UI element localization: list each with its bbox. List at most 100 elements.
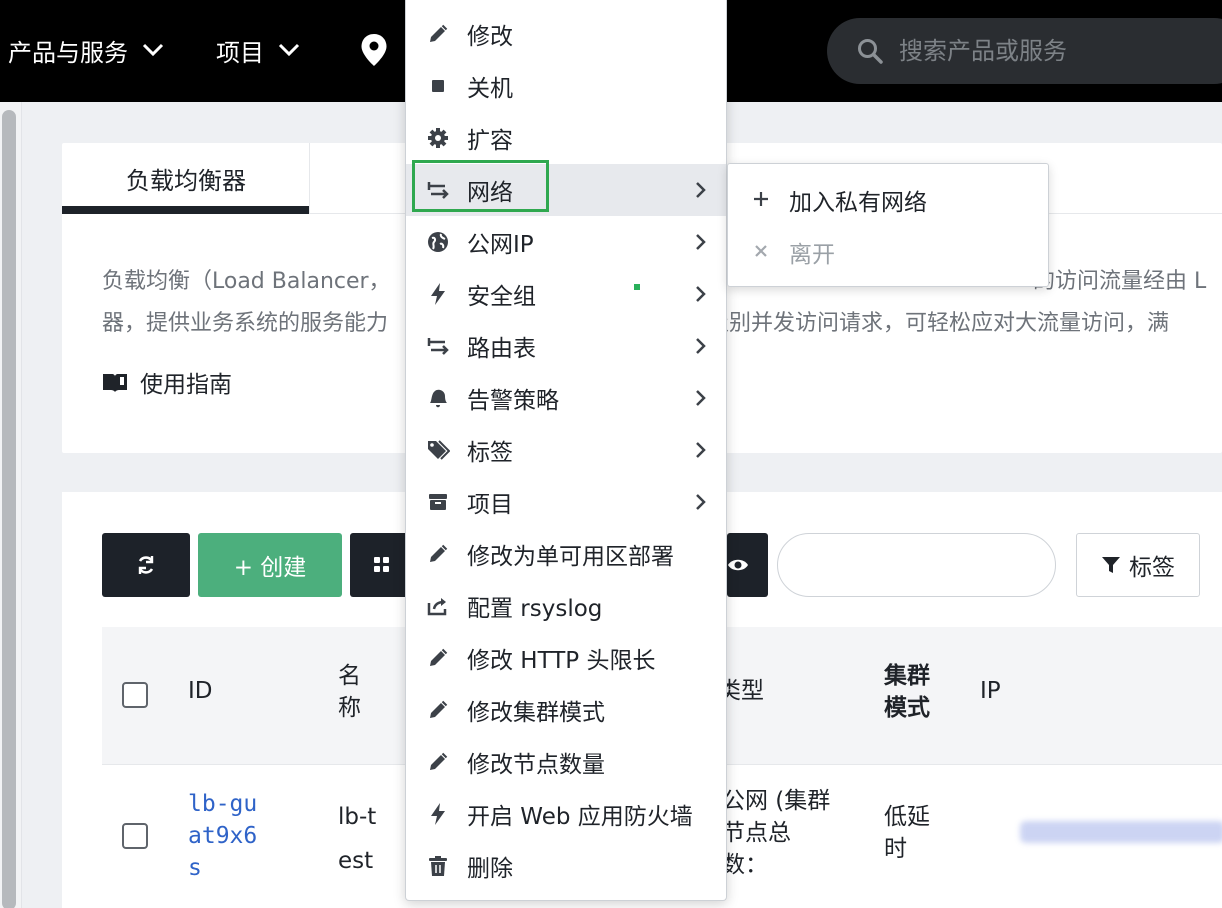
- chevron-right-icon: [696, 338, 706, 354]
- row-checkbox[interactable]: [122, 823, 148, 849]
- menu-item-label: 修改节点数量: [467, 752, 605, 778]
- menu-item-label: 开启 Web 应用防火墙: [467, 804, 693, 830]
- book-icon: [103, 374, 127, 392]
- submenu-item-label: 离开: [789, 242, 835, 268]
- pencil-icon: [430, 24, 448, 42]
- refresh-button[interactable]: [102, 533, 190, 597]
- menu-item-scale[interactable]: 扩容: [406, 112, 726, 164]
- menu-item-label: 修改为单可用区部署: [467, 544, 674, 570]
- menu-item-label: 标签: [467, 440, 513, 466]
- menu-item-shutdown[interactable]: 关机: [406, 60, 726, 112]
- user-guide-label: 使用指南: [140, 372, 232, 398]
- tab-load-balancer[interactable]: 负载均衡器: [62, 143, 310, 214]
- description-line2: 器，提供业务系统的服务能力: [102, 311, 389, 336]
- menu-item-label: 路由表: [467, 336, 536, 362]
- search-input[interactable]: [899, 37, 1199, 65]
- chevron-right-icon: [696, 286, 706, 302]
- row-ip-redacted: [1020, 821, 1222, 843]
- swap-icon: [427, 182, 449, 199]
- user-guide-link[interactable]: 使用指南: [102, 365, 232, 399]
- menu-item-label: 网络: [467, 180, 513, 206]
- menu-item-tags[interactable]: 标签: [406, 424, 726, 476]
- menu-item-delete[interactable]: 删除: [406, 840, 726, 892]
- chevron-right-icon: [696, 182, 706, 198]
- network-submenu: 加入私有网络 离开: [727, 163, 1049, 287]
- menu-item-label: 公网IP: [467, 232, 534, 258]
- header-ip[interactable]: IP: [980, 675, 1001, 707]
- bolt-icon: [431, 283, 445, 305]
- menu-item-cluster-mode[interactable]: 修改集群模式: [406, 684, 726, 736]
- cursor-marker: [634, 284, 640, 290]
- menu-item-network[interactable]: 网络: [406, 164, 726, 216]
- menu-item-label: 安全组: [467, 284, 536, 310]
- row-cluster-mode: 低延时: [884, 804, 930, 862]
- context-menu: 修改 关机 扩容 网络 公网IP 安全组 路由表 告警策略 标签 项目 修改为单…: [405, 0, 727, 901]
- grid-icon: [374, 557, 389, 572]
- description-line1-tail: 的访问流量经由 L: [1033, 269, 1207, 294]
- tag-filter-label: 标签: [1129, 555, 1175, 581]
- nav-project-label: 项目: [216, 38, 264, 67]
- menu-item-security-group[interactable]: 安全组: [406, 268, 726, 320]
- menu-item-public-ip[interactable]: 公网IP: [406, 216, 726, 268]
- view-toggle-button[interactable]: [727, 533, 768, 597]
- filter-icon: [1102, 557, 1120, 573]
- filter-search-input[interactable]: [777, 533, 1056, 597]
- search-icon: [858, 39, 883, 64]
- tag-icon: [428, 440, 450, 460]
- search-bar[interactable]: [827, 18, 1222, 84]
- nav-project[interactable]: 项目: [216, 30, 300, 70]
- chevron-right-icon: [696, 234, 706, 250]
- nav-products-services[interactable]: 产品与服务: [8, 30, 164, 70]
- page-scrollbar[interactable]: [0, 102, 22, 908]
- menu-item-rsyslog[interactable]: 配置 rsyslog: [406, 580, 726, 632]
- row-name: lb-test: [338, 804, 377, 874]
- stop-icon: [432, 80, 444, 92]
- row-id-link[interactable]: lb-guat9x6s: [188, 788, 268, 884]
- trash-icon: [429, 856, 447, 876]
- header-id[interactable]: ID: [188, 675, 213, 707]
- menu-item-label: 配置 rsyslog: [467, 596, 603, 622]
- header-name[interactable]: 名称: [338, 660, 364, 724]
- swap-icon: [427, 338, 449, 355]
- chevron-right-icon: [696, 442, 706, 458]
- menu-item-label: 扩容: [467, 128, 513, 154]
- pencil-icon: [430, 648, 448, 666]
- select-all-checkbox[interactable]: [122, 682, 148, 708]
- location-pin-icon[interactable]: [360, 33, 388, 67]
- menu-item-waf[interactable]: 开启 Web 应用防火墙: [406, 788, 726, 840]
- header-cluster-mode[interactable]: 集群模式: [884, 660, 934, 724]
- globe-icon: [428, 232, 448, 252]
- plus-icon: [754, 192, 768, 206]
- pencil-icon: [430, 544, 448, 562]
- menu-item-label: 告警策略: [467, 388, 559, 414]
- menu-item-single-zone[interactable]: 修改为单可用区部署: [406, 528, 726, 580]
- menu-item-http-header-limit[interactable]: 修改 HTTP 头限长: [406, 632, 726, 684]
- bolt-icon: [431, 803, 445, 825]
- submenu-item-leave[interactable]: 离开: [728, 225, 1048, 277]
- menu-item-node-count[interactable]: 修改节点数量: [406, 736, 726, 788]
- menu-item-label: 修改集群模式: [467, 700, 605, 726]
- menu-item-label: 修改: [467, 24, 513, 50]
- chevron-right-icon: [696, 390, 706, 406]
- gear-icon: [428, 128, 448, 148]
- grid-view-button[interactable]: [350, 533, 410, 597]
- menu-item-edit[interactable]: 修改: [406, 8, 726, 60]
- description-line2-tail: 级别并发访问请求，可轻松应对大流量访问，满: [707, 311, 1170, 336]
- menu-item-alarm-policy[interactable]: 告警策略: [406, 372, 726, 424]
- menu-item-route-table[interactable]: 路由表: [406, 320, 726, 372]
- chevron-down-icon: [278, 43, 300, 57]
- menu-item-label: 修改 HTTP 头限长: [467, 648, 656, 674]
- refresh-icon: [138, 556, 154, 574]
- submenu-item-join-vpc[interactable]: 加入私有网络: [728, 173, 1048, 225]
- tag-filter-button[interactable]: 标签: [1076, 533, 1200, 597]
- menu-item-project[interactable]: 项目: [406, 476, 726, 528]
- menu-item-label: 删除: [467, 856, 513, 882]
- pencil-icon: [430, 700, 448, 718]
- chevron-down-icon: [142, 43, 164, 57]
- close-icon: [755, 245, 767, 257]
- scrollbar-thumb[interactable]: [2, 110, 16, 908]
- bell-icon: [430, 389, 447, 408]
- menu-item-label: 关机: [467, 76, 513, 102]
- share-icon: [427, 598, 447, 616]
- create-button[interactable]: + 创建: [198, 533, 342, 597]
